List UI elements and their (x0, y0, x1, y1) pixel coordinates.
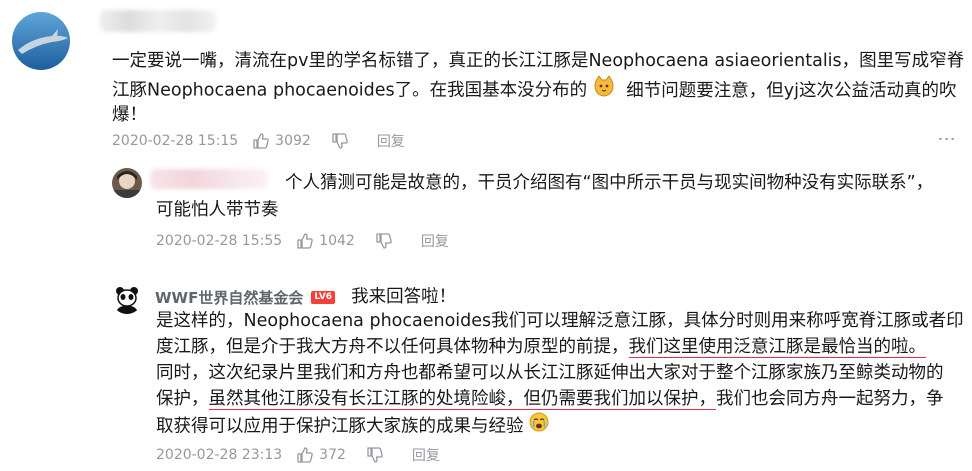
comment-text-line2: 江豚Neophocaena phocaenoides了。在我国基本没分布的 细节… (112, 75, 957, 106)
thumbs-up-icon (297, 233, 313, 249)
username-blurred[interactable] (150, 169, 268, 189)
like-button[interactable]: 372 (296, 446, 346, 464)
level-badge: LV6 (311, 290, 336, 304)
timestamp: 2020-02-28 15:55 (156, 233, 283, 249)
cat-emoji-icon (593, 75, 615, 106)
thumbs-down-icon (367, 447, 383, 463)
timestamp: 2020-02-28 23:13 (156, 447, 283, 463)
dislike-button[interactable] (366, 446, 384, 464)
reply-header: WWF世界自然基金会 LV6 我来回答啦！ (155, 286, 456, 308)
reply-text-line1: 个人猜测可能是故意的，干员介绍图有“图中所示干员与现实间物种没有实际联系”， (285, 173, 934, 193)
reply-button[interactable]: 回复 (421, 231, 449, 251)
comment-text-line1: 一定要说一嘴，清流在pv里的学名标错了，真正的长江江豚是Neophocaena … (112, 51, 965, 71)
reply-meta: 2020-02-28 15:55 1042 回复 (156, 231, 449, 251)
comment-text-line3: 爆！ (112, 105, 147, 125)
reply-text-line3: 同时，这次纪录片里我们和方舟也都希望可以从长江江豚延伸出大家对于整个江豚家族乃至… (156, 363, 944, 383)
reply-intro: 我来回答啦！ (351, 287, 457, 307)
thumbs-up-icon (253, 133, 269, 149)
dislike-button[interactable] (375, 232, 393, 250)
reply-text-line1: 是这样的，Neophocaena phocaenoides我们可以理解泛意江豚，… (156, 311, 964, 331)
underlined-text: 虽然其他江豚没有长江江豚的处境险峻，但仍需要我们加以保护， (208, 389, 716, 410)
username-blurred[interactable] (100, 10, 216, 32)
timestamp: 2020-02-28 15:15 (112, 133, 239, 149)
crying-emoji-icon (529, 412, 549, 441)
underlined-text: 我们这里使用泛意江豚是最恰当的啦。 (628, 337, 926, 358)
like-count: 372 (319, 447, 346, 463)
avatar[interactable] (112, 168, 142, 198)
more-icon[interactable]: ⋮ (936, 130, 957, 149)
thumbs-down-icon (376, 233, 392, 249)
thumbs-up-icon (297, 447, 313, 463)
like-count: 1042 (319, 233, 355, 249)
username[interactable]: WWF世界自然基金会 (155, 287, 303, 308)
like-button[interactable]: 1042 (296, 232, 355, 250)
reply-text-line4: 保护，虽然其他江豚没有长江江豚的处境险峻，但仍需要我们加以保护，我们也会同方舟一… (156, 389, 944, 410)
reply-text-line5: 取获得可以应用于保护江豚大家族的成果与经验 (156, 412, 549, 441)
panda-logo-icon[interactable] (112, 284, 142, 314)
reply-text-line2: 可能怕人带节奏 (156, 200, 279, 220)
dislike-button[interactable] (331, 132, 349, 150)
reply-text-line2: 度江豚，但是介于我大方舟不以任何具体物种为原型的前提，我们这里使用泛意江豚是最恰… (156, 337, 926, 358)
thumbs-down-icon (332, 133, 348, 149)
reply-button[interactable]: 回复 (412, 445, 440, 465)
reply-meta: 2020-02-28 23:13 372 回复 (156, 445, 440, 465)
like-count: 3092 (275, 133, 311, 149)
comment-meta: 2020-02-28 15:15 3092 回复 (112, 131, 405, 151)
avatar[interactable] (12, 12, 70, 70)
like-button[interactable]: 3092 (252, 132, 311, 150)
reply-button[interactable]: 回复 (377, 131, 405, 151)
